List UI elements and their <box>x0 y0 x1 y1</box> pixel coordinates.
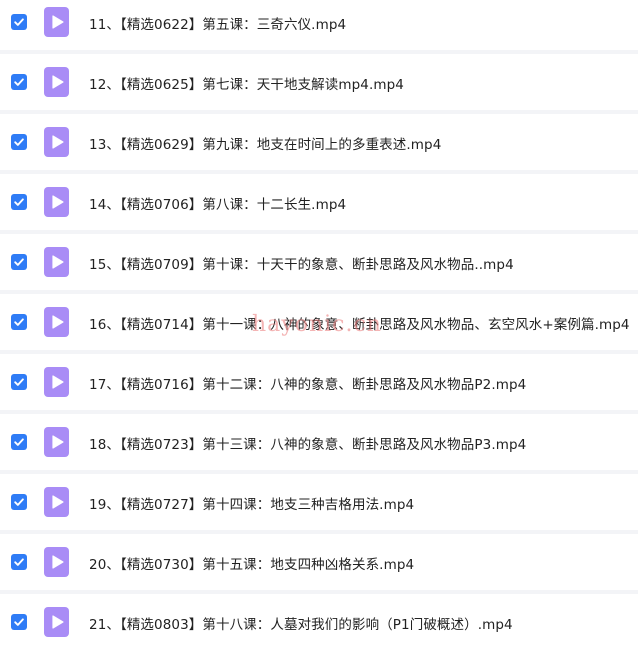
file-list: 11、【精选0622】第五课：三奇六仪.mp4 12、【精选0625】第七课：天干… <box>0 0 638 649</box>
file-checkbox[interactable] <box>11 434 27 450</box>
file-checkbox[interactable] <box>11 494 27 510</box>
checkmark-icon <box>13 316 25 328</box>
file-checkbox[interactable] <box>11 74 27 90</box>
video-file-icon <box>44 427 69 457</box>
file-name[interactable]: 13、【精选0629】第九课：地支在时间上的多重表述.mp4 <box>89 133 441 153</box>
file-checkbox[interactable] <box>11 254 27 270</box>
video-file-icon <box>44 307 69 337</box>
file-checkbox[interactable] <box>11 374 27 390</box>
file-checkbox[interactable] <box>11 194 27 210</box>
file-row[interactable]: 11、【精选0622】第五课：三奇六仪.mp4 <box>0 0 638 50</box>
file-checkbox[interactable] <box>11 314 27 330</box>
file-row[interactable]: 16、【精选0714】第十一课：八神的象意、断卦思路及风水物品、玄空风水+案例篇… <box>0 294 638 350</box>
checkmark-icon <box>13 16 25 28</box>
file-row[interactable]: 20、【精选0730】第十五课：地支四种凶格关系.mp4 <box>0 534 638 590</box>
file-name[interactable]: 18、【精选0723】第十三课：八神的象意、断卦思路及风水物品P3.mp4 <box>89 433 526 453</box>
checkmark-icon <box>13 256 25 268</box>
file-name[interactable]: 14、【精选0706】第八课：十二长生.mp4 <box>89 193 346 213</box>
file-checkbox[interactable] <box>11 554 27 570</box>
file-row[interactable]: 21、【精选0803】第十八课：人墓对我们的影响（P1门破概述）.mp4 <box>0 594 638 649</box>
checkmark-icon <box>13 436 25 448</box>
checkmark-icon <box>13 76 25 88</box>
file-name[interactable]: 16、【精选0714】第十一课：八神的象意、断卦思路及风水物品、玄空风水+案例篇… <box>89 313 630 333</box>
video-file-icon <box>44 7 69 37</box>
file-name[interactable]: 17、【精选0716】第十二课：八神的象意、断卦思路及风水物品P2.mp4 <box>89 373 526 393</box>
video-file-icon <box>44 67 69 97</box>
checkmark-icon <box>13 556 25 568</box>
file-row[interactable]: 15、【精选0709】第十课：十天干的象意、断卦思路及风水物品..mp4 <box>0 234 638 290</box>
checkmark-icon <box>13 196 25 208</box>
video-file-icon <box>44 487 69 517</box>
file-row[interactable]: 18、【精选0723】第十三课：八神的象意、断卦思路及风水物品P3.mp4 <box>0 414 638 470</box>
file-name[interactable]: 19、【精选0727】第十四课：地支三种吉格用法.mp4 <box>89 493 414 513</box>
file-name[interactable]: 12、【精选0625】第七课：天干地支解读mp4.mp4 <box>89 73 404 93</box>
file-row[interactable]: 17、【精选0716】第十二课：八神的象意、断卦思路及风水物品P2.mp4 <box>0 354 638 410</box>
file-name[interactable]: 21、【精选0803】第十八课：人墓对我们的影响（P1门破概述）.mp4 <box>89 613 513 633</box>
video-file-icon <box>44 607 69 637</box>
video-file-icon <box>44 367 69 397</box>
checkmark-icon <box>13 376 25 388</box>
video-file-icon <box>44 247 69 277</box>
file-row[interactable]: 19、【精选0727】第十四课：地支三种吉格用法.mp4 <box>0 474 638 530</box>
file-name[interactable]: 11、【精选0622】第五课：三奇六仪.mp4 <box>89 13 346 33</box>
file-row[interactable]: 14、【精选0706】第八课：十二长生.mp4 <box>0 174 638 230</box>
file-name[interactable]: 15、【精选0709】第十课：十天干的象意、断卦思路及风水物品..mp4 <box>89 253 514 273</box>
checkmark-icon <box>13 136 25 148</box>
file-name[interactable]: 20、【精选0730】第十五课：地支四种凶格关系.mp4 <box>89 553 414 573</box>
file-row[interactable]: 13、【精选0629】第九课：地支在时间上的多重表述.mp4 <box>0 114 638 170</box>
file-checkbox[interactable] <box>11 14 27 30</box>
file-checkbox[interactable] <box>11 134 27 150</box>
checkmark-icon <box>13 616 25 628</box>
checkmark-icon <box>13 496 25 508</box>
video-file-icon <box>44 127 69 157</box>
file-checkbox[interactable] <box>11 614 27 630</box>
video-file-icon <box>44 547 69 577</box>
file-row[interactable]: 12、【精选0625】第七课：天干地支解读mp4.mp4 <box>0 54 638 110</box>
video-file-icon <box>44 187 69 217</box>
